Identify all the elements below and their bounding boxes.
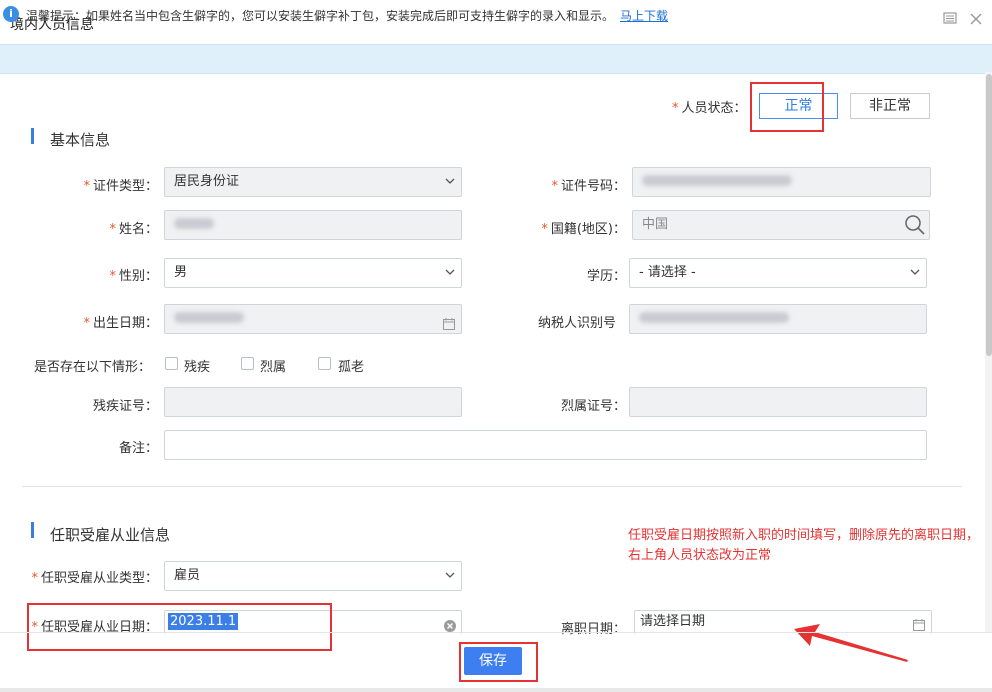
martyr-option-label: 烈属 — [260, 360, 287, 375]
redacted-value — [174, 311, 244, 323]
birth-date-field[interactable] — [164, 304, 462, 334]
redacted-value — [174, 217, 214, 229]
remark-label: 备注： — [118, 441, 158, 456]
section-marker — [31, 128, 34, 144]
section-title-employment: 任职受雇从业信息 — [50, 526, 171, 544]
bottom-bar — [0, 688, 992, 692]
status-label: * 人员状态： — [672, 101, 747, 116]
notice-bar — [0, 44, 992, 74]
disability-cert-label: 残疾证号： — [92, 399, 158, 414]
gender-select[interactable]: 男 — [164, 258, 462, 288]
footer-divider — [0, 632, 992, 633]
clear-icon[interactable] — [444, 618, 456, 640]
name-field[interactable] — [164, 210, 462, 240]
martyr-cert-field[interactable] — [629, 387, 927, 417]
employment-type-select[interactable]: 雇员 — [164, 561, 462, 591]
employment-type-label: * 任职受雇从业类型： — [31, 571, 158, 586]
situation-label: 是否存在以下情形： — [34, 360, 152, 375]
tax-id-label: 纳税人识别号 — [537, 316, 616, 331]
search-icon[interactable] — [904, 214, 926, 247]
name-label: * 姓名： — [109, 222, 158, 237]
disability-cert-field[interactable] — [164, 387, 462, 417]
martyr-family-checkbox[interactable] — [241, 357, 254, 370]
elderly-option-label: 孤老 — [338, 360, 365, 375]
birth-date-label: * 出生日期： — [83, 316, 158, 331]
scrollbar-thumb[interactable] — [986, 74, 992, 356]
redacted-value — [642, 174, 792, 186]
highlight-box-date — [27, 603, 332, 651]
education-label: 学历： — [586, 269, 626, 284]
gender-label: * 性别： — [109, 269, 158, 284]
disabled-option-label: 残疾 — [184, 360, 211, 375]
highlight-box-status — [750, 82, 824, 132]
section-marker — [31, 522, 34, 538]
annotation-arrow — [794, 624, 908, 662]
calendar-icon[interactable] — [443, 313, 455, 330]
id-number-label: * 证件号码： — [551, 179, 626, 194]
id-type-select[interactable]: 居民身份证 — [164, 167, 462, 197]
notice-text: 温馨提示：如果姓名当中包含生僻字的，您可以安装生僻字补丁包，安装完成后即可支持生… — [26, 9, 669, 23]
highlight-box-save — [459, 642, 538, 682]
chevron-down-icon — [445, 571, 455, 579]
id-number-field[interactable] — [632, 167, 931, 197]
maximize-icon[interactable] — [942, 11, 958, 27]
close-icon[interactable] — [968, 12, 984, 28]
chevron-down-icon — [445, 177, 455, 185]
annotation-line-2: 右上角人员状态改为正常 — [628, 548, 772, 563]
leave-date-label: 离职日期： — [560, 622, 626, 637]
download-link[interactable]: 马上下载 — [620, 9, 668, 23]
section-title-basic: 基本信息 — [50, 131, 111, 149]
section-divider — [22, 486, 962, 487]
elderly-checkbox[interactable] — [318, 357, 331, 370]
id-type-label: * 证件类型： — [83, 179, 158, 194]
nationality-field[interactable]: 中国 — [632, 210, 930, 240]
martyr-cert-label: 烈属证号： — [560, 399, 626, 414]
annotation-line-1: 任职受雇日期按照新入职的时间填写，删除原先的离职日期， — [628, 528, 980, 543]
education-select[interactable]: - 请选择 - — [629, 258, 927, 288]
info-icon: i — [3, 6, 19, 22]
chevron-down-icon — [910, 268, 920, 276]
nationality-label: * 国籍(地区)： — [541, 222, 626, 237]
remark-field[interactable] — [164, 430, 927, 460]
chevron-down-icon — [445, 268, 455, 276]
tax-id-field[interactable] — [629, 304, 927, 334]
disabled-checkbox[interactable] — [165, 357, 178, 370]
status-abnormal-button[interactable]: 非正常 — [850, 93, 930, 119]
redacted-value — [639, 311, 789, 323]
